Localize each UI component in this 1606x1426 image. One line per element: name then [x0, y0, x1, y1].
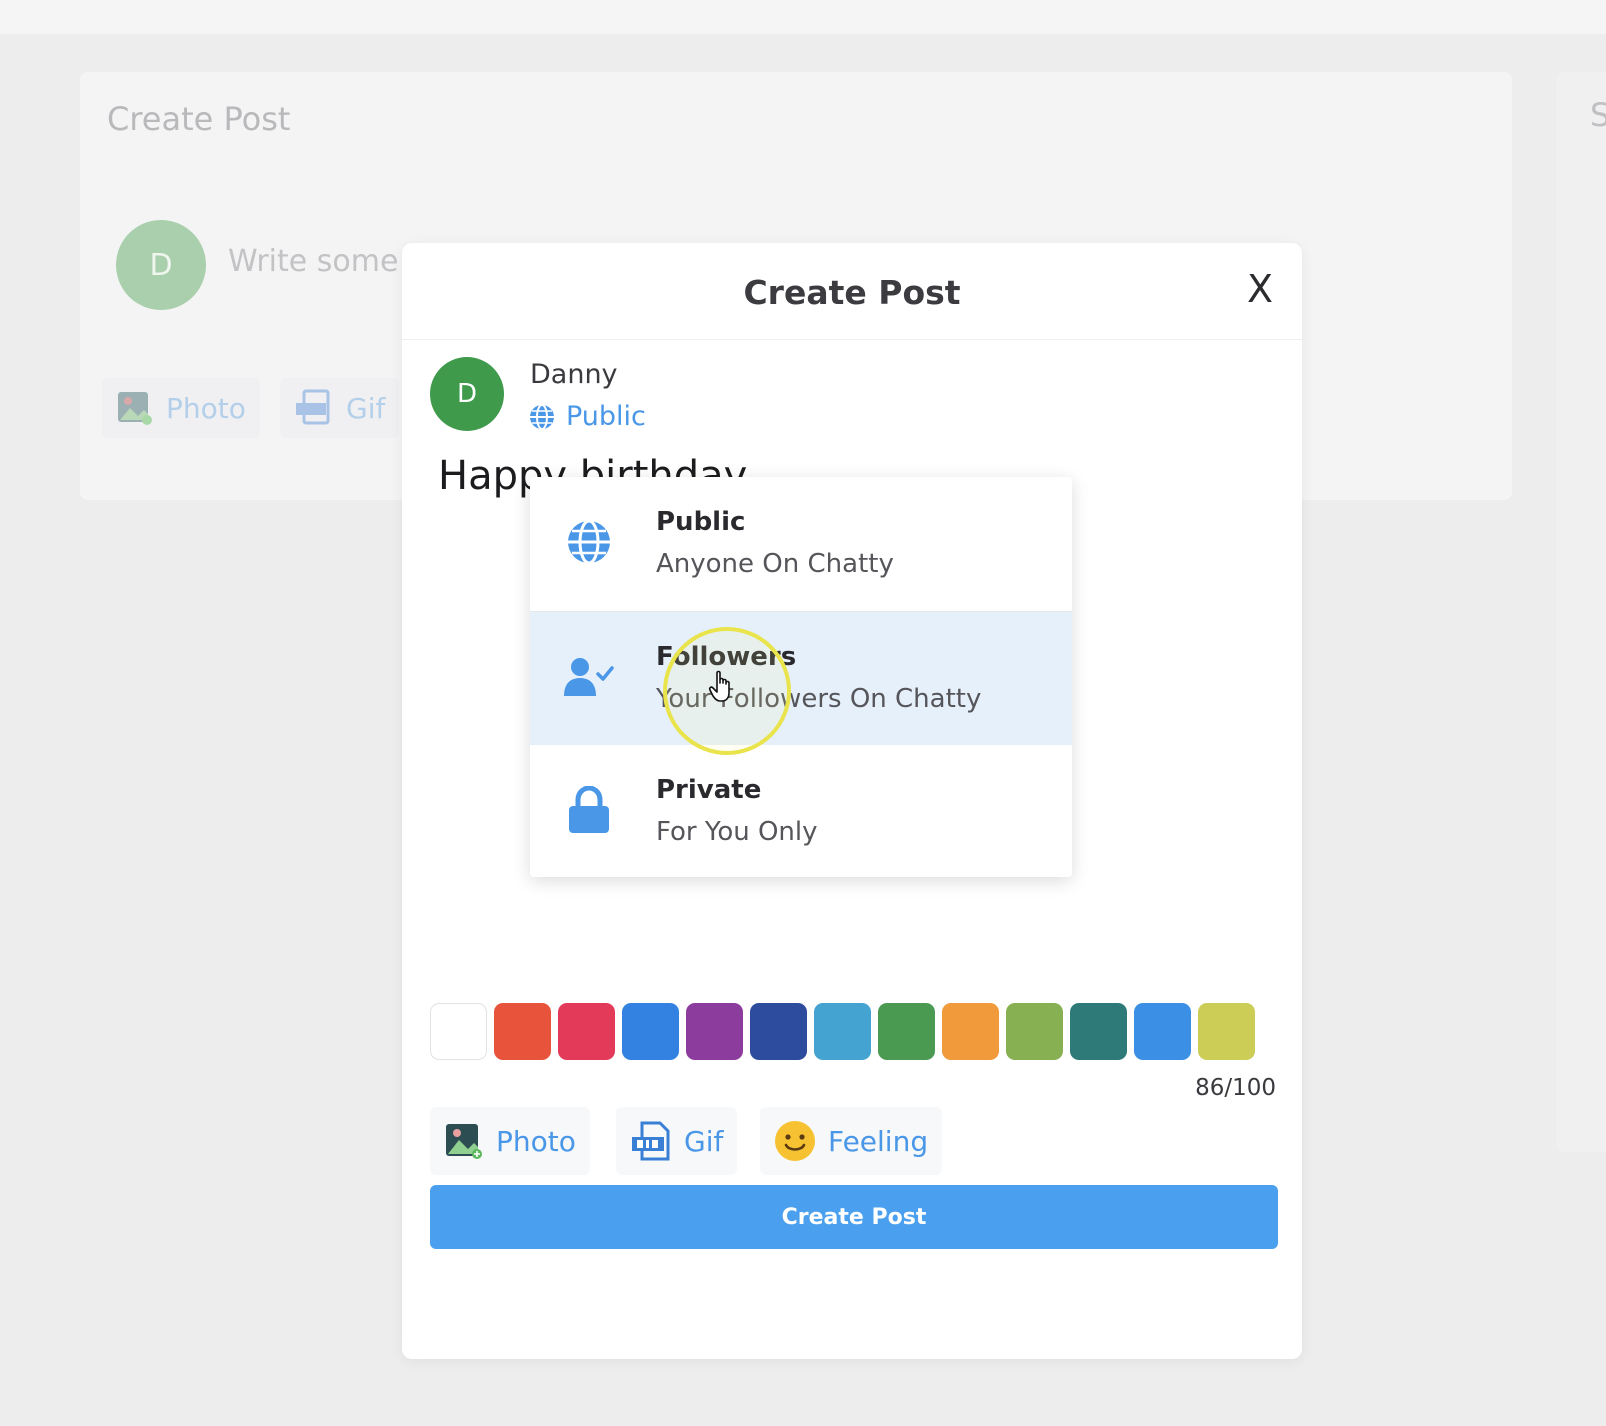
- lock-icon: [564, 785, 614, 835]
- color-swatch[interactable]: [430, 1003, 487, 1060]
- color-swatch[interactable]: [814, 1003, 871, 1060]
- privacy-option-label: Private: [656, 775, 762, 805]
- background-gif-label: Gif: [346, 391, 386, 425]
- user-check-icon: [564, 652, 614, 702]
- create-post-button[interactable]: Create Post: [430, 1185, 1278, 1249]
- color-swatch[interactable]: [622, 1003, 679, 1060]
- gif-icon: [296, 389, 330, 425]
- color-swatch[interactable]: [1006, 1003, 1063, 1060]
- hand-cursor-icon: [708, 670, 730, 702]
- avatar: D: [430, 357, 504, 431]
- color-swatch[interactable]: [494, 1003, 551, 1060]
- color-swatch[interactable]: [1134, 1003, 1191, 1060]
- background-post-input: Write some: [228, 244, 399, 279]
- privacy-option-description: For You Only: [656, 817, 818, 847]
- add-photo-button[interactable]: Photo: [430, 1107, 590, 1175]
- background-side-panel: S: [1556, 72, 1606, 1152]
- add-gif-label: Gif: [684, 1124, 724, 1158]
- privacy-option-label: Public: [656, 507, 746, 537]
- add-photo-label: Photo: [496, 1124, 576, 1158]
- color-swatch[interactable]: [1070, 1003, 1127, 1060]
- privacy-selector-label: Public: [566, 401, 646, 432]
- modal-title: Create Post: [743, 273, 961, 312]
- add-feeling-button[interactable]: Feeling: [760, 1107, 943, 1175]
- privacy-dropdown: Public Anyone On Chatty Followers Your F…: [530, 477, 1072, 877]
- color-swatch[interactable]: [1198, 1003, 1255, 1060]
- color-swatch[interactable]: [558, 1003, 615, 1060]
- privacy-option-private[interactable]: Private For You Only: [530, 745, 1072, 877]
- color-swatch[interactable]: [942, 1003, 999, 1060]
- photo-icon: [446, 1124, 482, 1159]
- privacy-selector[interactable]: Public: [528, 401, 646, 432]
- modal-header: Create Post X: [402, 243, 1302, 340]
- background-card-title: Create Post: [107, 100, 291, 138]
- background-avatar: D: [116, 220, 206, 310]
- privacy-option-description: Anyone On Chatty: [656, 549, 894, 579]
- background-photo-button: Photo: [102, 378, 260, 438]
- privacy-option-public[interactable]: Public Anyone On Chatty: [530, 477, 1072, 611]
- color-swatch[interactable]: [686, 1003, 743, 1060]
- globe-icon: [564, 517, 614, 567]
- character-counter: 86/100: [1195, 1075, 1276, 1101]
- background-gif-button: Gif: [280, 378, 400, 438]
- color-swatch[interactable]: [750, 1003, 807, 1060]
- top-bar: [0, 0, 1606, 34]
- privacy-option-followers[interactable]: Followers Your Followers On Chatty: [530, 611, 1072, 747]
- close-button[interactable]: X: [1240, 269, 1280, 309]
- background-side-letter: S: [1590, 96, 1606, 134]
- background-photo-label: Photo: [166, 391, 246, 425]
- smiley-icon: [775, 1121, 815, 1161]
- user-name: Danny: [530, 359, 618, 390]
- background-color-picker: [430, 1003, 1255, 1060]
- add-gif-button[interactable]: Gif: [616, 1107, 738, 1175]
- globe-icon: [530, 403, 554, 430]
- gif-icon: [632, 1121, 670, 1161]
- add-feeling-label: Feeling: [828, 1124, 929, 1158]
- photo-icon: [118, 392, 152, 425]
- color-swatch[interactable]: [878, 1003, 935, 1060]
- create-post-modal: Create Post X D Danny Public Happy birth…: [402, 243, 1302, 1359]
